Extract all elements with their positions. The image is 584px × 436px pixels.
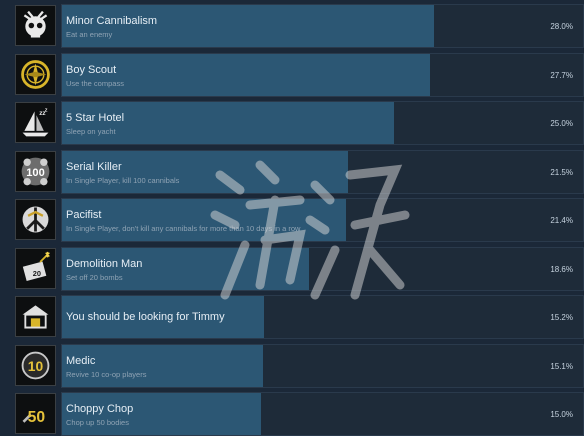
bomb-icon: 20 xyxy=(15,247,56,289)
achievement-row[interactable]: Boy Scout Use the compass 27.7% xyxy=(10,52,584,97)
achievement-description: Use the compass xyxy=(66,78,124,88)
achievement-row[interactable]: 100 Serial Killer In Single Player, kill 1… xyxy=(10,149,584,194)
achievement-name: Minor Cannibalism xyxy=(66,15,158,27)
skulls-100-icon: 100 xyxy=(15,150,56,192)
peace-icon xyxy=(15,199,56,240)
svg-text:100: 100 xyxy=(26,167,45,179)
achievement-description: In Single Player, don't kill any canniba… xyxy=(66,224,301,233)
unlock-percentage: 27.7% xyxy=(550,70,573,80)
achievement-name: Serial Killer xyxy=(66,160,122,173)
progress-fill xyxy=(62,53,430,96)
achievement-name: You should be looking for Timmy xyxy=(66,311,225,323)
achievement-description: Eat an enemy xyxy=(66,30,113,39)
progress-track: Minor Cannibalism Eat an enemy 28.0% xyxy=(61,4,584,48)
achievement-description: In Single Player, kill 100 cannibals xyxy=(66,175,180,185)
unlock-percentage: 21.4% xyxy=(550,216,573,225)
achievement-description: Set off 20 bombs xyxy=(66,272,123,282)
achievement-name: Medic xyxy=(66,354,96,367)
medic-10-icon: 10 xyxy=(15,344,56,386)
chop-50-icon: 50 xyxy=(15,393,56,434)
svg-text:10: 10 xyxy=(28,358,44,374)
achievement-list: Minor Cannibalism Eat an enemy 28.0% Boy Sc… xyxy=(0,0,584,436)
achievement-description: Sleep on yacht xyxy=(66,127,116,136)
svg-text:20: 20 xyxy=(33,268,41,277)
unlock-percentage: 15.2% xyxy=(550,313,573,322)
unlock-percentage: 18.6% xyxy=(550,264,573,274)
achievement-name: Boy Scout xyxy=(66,63,117,76)
progress-track: You should be looking for Timmy 15.2% xyxy=(61,295,584,339)
achievement-row[interactable]: 20 Demolition Man Set off 20 bombs 18.6% xyxy=(10,246,584,291)
compass-icon xyxy=(15,53,56,95)
progress-fill xyxy=(62,199,347,241)
unlock-percentage: 28.0% xyxy=(550,22,573,31)
unlock-percentage: 25.0% xyxy=(550,119,573,128)
skull-icon xyxy=(15,5,56,46)
progress-track: Pacifist In Single Player, don't kill any… xyxy=(61,198,584,242)
achievement-description: Chop up 50 bodies xyxy=(66,418,129,427)
yacht-sleep-icon: zz z xyxy=(15,102,56,143)
progress-track: Serial Killer In Single Player, kill 100 … xyxy=(61,149,584,194)
achievement-name: Pacifist xyxy=(66,209,102,221)
progress-track: 5 Star Hotel Sleep on yacht 25.0% xyxy=(61,101,584,145)
progress-track: Medic Revive 10 co-op players 15.1% xyxy=(61,343,584,388)
progress-track: Choppy Chop Chop up 50 bodies 15.0% xyxy=(61,392,584,436)
achievement-name: 5 Star Hotel xyxy=(66,112,125,124)
progress-track: Demolition Man Set off 20 bombs 18.6% xyxy=(61,246,584,291)
achievement-row[interactable]: You should be looking for Timmy 15.2% xyxy=(10,295,584,339)
unlock-percentage: 15.1% xyxy=(550,361,573,371)
svg-text:50: 50 xyxy=(28,409,46,426)
achievement-row[interactable]: 50 Choppy Chop Chop up 50 bodies 15.0% xyxy=(10,392,584,436)
achievement-name: Choppy Chop xyxy=(66,403,134,415)
achievement-row[interactable]: Minor Cannibalism Eat an enemy 28.0% xyxy=(10,4,584,48)
shelter-icon xyxy=(15,296,56,337)
achievement-name: Demolition Man xyxy=(66,257,143,270)
achievement-row[interactable]: 10 Medic Revive 10 co-op players 15.1% xyxy=(10,343,584,388)
unlock-percentage: 15.0% xyxy=(550,410,573,419)
svg-text:z: z xyxy=(45,107,48,113)
achievement-row[interactable]: Pacifist In Single Player, don't kill any… xyxy=(10,198,584,242)
achievement-row[interactable]: zz z 5 Star Hotel Sleep on yacht 25.0% xyxy=(10,101,584,145)
unlock-percentage: 21.5% xyxy=(550,167,573,177)
progress-track: Boy Scout Use the compass 27.7% xyxy=(61,52,584,97)
achievement-description: Revive 10 co-op players xyxy=(66,369,147,379)
